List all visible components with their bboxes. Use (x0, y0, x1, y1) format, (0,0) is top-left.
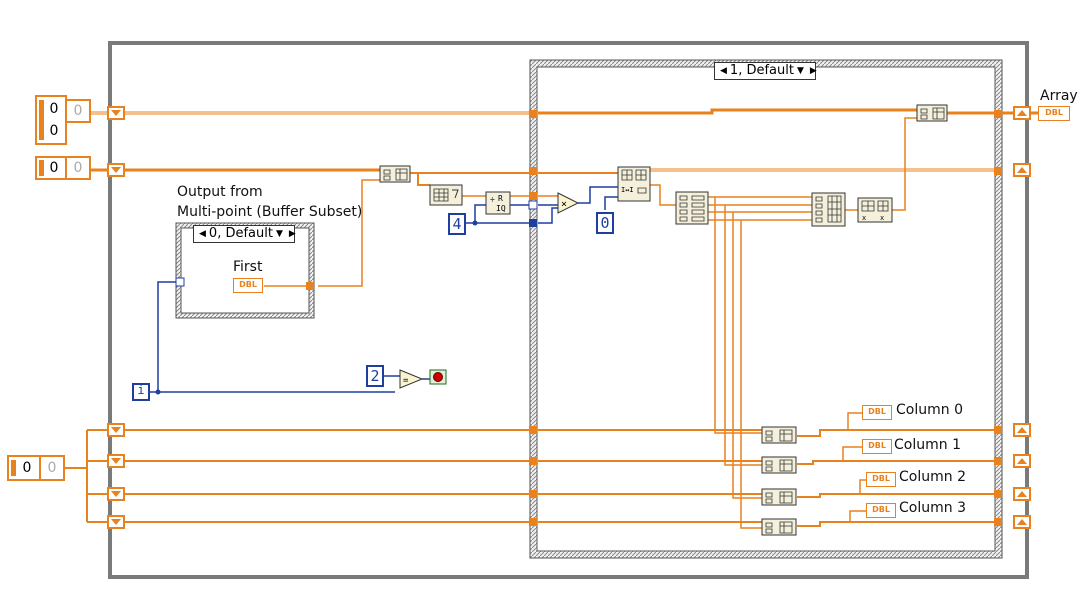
dbl-indicator-column3[interactable]: DBL (866, 503, 896, 518)
case-dropdown-icon[interactable]: ▼ (794, 62, 807, 80)
array-1d-dim[interactable]: 0 (68, 159, 88, 177)
dbl-indicator-array[interactable]: DBL (1038, 106, 1070, 121)
quotient-remainder-node[interactable]: ÷ R IQ (485, 191, 511, 215)
array-label: Array (1040, 88, 1078, 104)
svg-text:x: x (880, 214, 884, 222)
dbl-tag: DBL (1045, 108, 1063, 117)
array-1d-value[interactable]: 0 (45, 159, 63, 177)
column1-label: Column 1 (894, 437, 961, 453)
dbl-tag: DBL (868, 407, 886, 416)
svg-text:=: = (403, 376, 409, 386)
svg-text:I↔I: I↔I (621, 186, 634, 194)
constant-two[interactable]: 2 (366, 365, 384, 387)
svg-text:x: x (862, 214, 866, 222)
build-array-node[interactable] (916, 104, 948, 122)
inner-case-label: 0, Default (208, 226, 273, 241)
inner-case-selector[interactable]: ◀ 0, Default ▼ ▶ (193, 225, 296, 243)
outer-case-label: 1, Default (729, 63, 794, 78)
transpose-array-node[interactable]: x x (857, 197, 893, 223)
dbl-tag: DBL (868, 441, 886, 450)
next-case-icon[interactable]: ▶ (807, 62, 820, 80)
prev-case-icon[interactable]: ◀ (717, 62, 730, 80)
outer-case-selector[interactable]: ◀ 1, Default ▼ ▶ (714, 62, 817, 80)
constant-four[interactable]: 4 (448, 213, 466, 235)
svg-text:×: × (561, 199, 567, 210)
stop-icon[interactable] (429, 369, 447, 385)
next-case-icon[interactable]: ▶ (286, 225, 299, 243)
svg-text:IQ: IQ (496, 204, 506, 213)
inner-case-caption-line1: Output from (177, 184, 263, 200)
array-size-node[interactable] (429, 184, 463, 206)
first-label: First (233, 259, 263, 275)
dbl-indicator-column1[interactable]: DBL (862, 439, 892, 454)
svg-text:÷: ÷ (490, 195, 495, 204)
array-cols-dim[interactable]: 0 (42, 459, 62, 477)
column3-label: Column 3 (899, 500, 966, 516)
index-array-node[interactable] (675, 191, 709, 225)
dbl-tag: DBL (239, 280, 257, 289)
prev-case-icon[interactable]: ◀ (196, 225, 209, 243)
build-array-node[interactable] (379, 165, 411, 183)
inner-case-caption-line2: Multi-point (Buffer Subset) (177, 204, 363, 220)
column0-label: Column 0 (896, 402, 963, 418)
loop-index-label: i (137, 383, 145, 397)
dbl-indicator-column2[interactable]: DBL (866, 472, 896, 487)
equal-compare-node[interactable]: = (399, 369, 424, 389)
column2-label: Column 2 (899, 469, 966, 485)
dbl-indicator-first[interactable]: DBL (233, 278, 263, 293)
dbl-tag: DBL (872, 474, 890, 483)
array-2d-row1[interactable]: 0 (45, 122, 63, 140)
dbl-indicator-column0[interactable]: DBL (862, 405, 892, 420)
constant-zero[interactable]: 0 (596, 212, 614, 234)
array-2d-row0[interactable]: 0 (45, 100, 63, 118)
build-array-node[interactable] (811, 192, 846, 227)
svg-text:R: R (498, 194, 503, 203)
array-2d-dim[interactable]: 0 (68, 102, 88, 120)
dbl-tag: DBL (872, 505, 890, 514)
array-cols-value[interactable]: 0 (17, 459, 37, 477)
array-subset-node[interactable]: I↔I (617, 166, 651, 202)
case-dropdown-icon[interactable]: ▼ (273, 225, 286, 243)
